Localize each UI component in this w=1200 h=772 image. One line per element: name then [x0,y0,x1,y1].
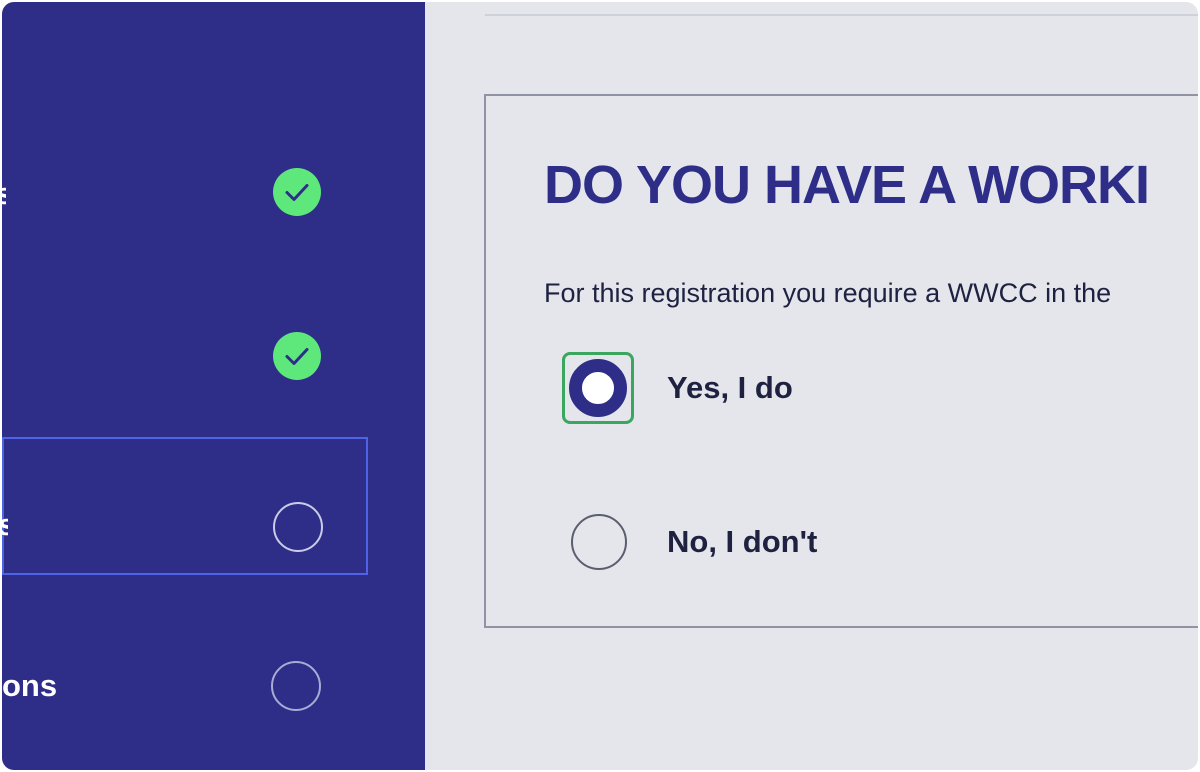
sidebar-step-label: ons [2,668,58,703]
sidebar-step-1[interactable]: s [2,160,368,224]
question-card: DO YOU HAVE A WORKI For this registratio… [484,94,1198,628]
app-frame: s s ons DO YOU HAVE A WORKI For th [2,2,1198,770]
option-no-label[interactable]: No, I don't [667,524,817,560]
radio-selected-icon[interactable] [569,359,627,417]
sidebar-step-3-current[interactable]: s [2,437,368,575]
question-intro: For this registration you require a WWCC… [544,278,1112,308]
sidebar-step-2[interactable] [2,324,368,388]
check-circle-icon [273,168,321,216]
option-yes-label[interactable]: Yes, I do [667,370,793,406]
empty-circle-icon [271,661,321,711]
empty-circle-icon [273,502,323,552]
check-circle-icon [273,332,321,380]
main-content: DO YOU HAVE A WORKI For this registratio… [425,2,1198,770]
radio-empty-icon[interactable] [571,514,627,570]
sidebar-step-4[interactable]: ons [2,652,368,716]
sidebar-step-label: s [2,509,8,540]
option-no[interactable]: No, I don't [562,506,962,576]
divider [485,14,1198,16]
question-heading: DO YOU HAVE A WORKI [544,155,1150,215]
sidebar-step-label: s [2,178,6,209]
option-yes[interactable]: Yes, I do [562,352,962,424]
progress-sidebar: s s ons [2,2,425,770]
